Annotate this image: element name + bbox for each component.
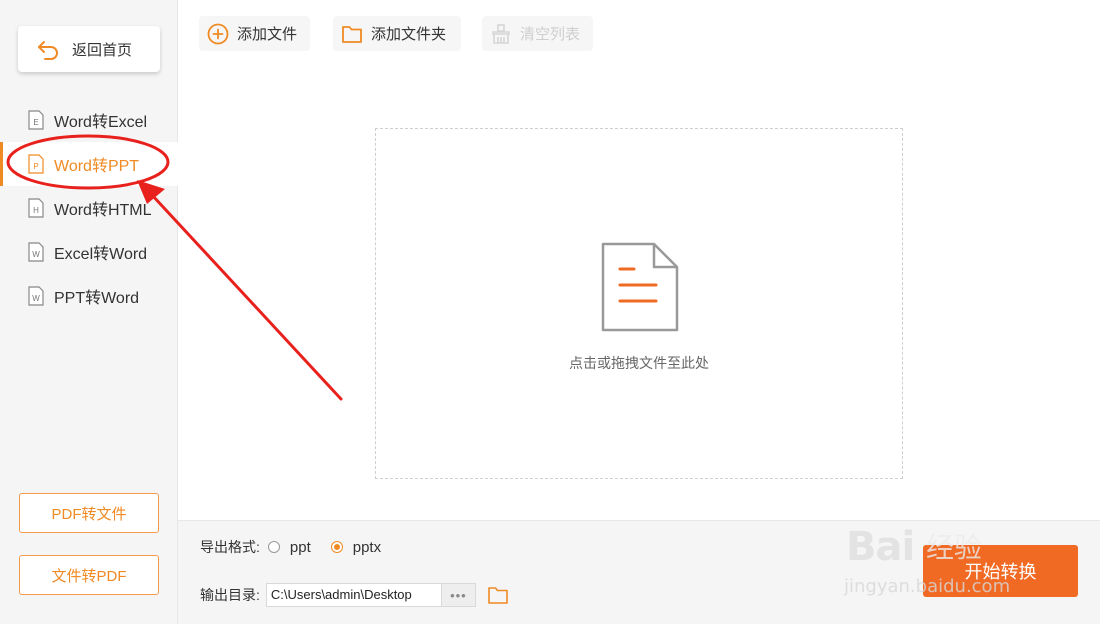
add-folder-label: 添加文件夹 bbox=[371, 26, 447, 43]
document-icon: W bbox=[28, 286, 44, 306]
back-home-button[interactable]: 返回首页 bbox=[18, 26, 160, 72]
document-icon: H bbox=[28, 198, 44, 218]
output-path-field[interactable]: C:\Users\admin\Desktop bbox=[265, 583, 442, 607]
nav-item-word-to-ppt[interactable]: P Word转PPT bbox=[0, 142, 178, 186]
nav-item-label: PPT转Word bbox=[54, 290, 140, 307]
document-icon: W bbox=[28, 242, 44, 262]
pdf-to-file-button[interactable]: PDF转文件 bbox=[19, 493, 159, 533]
bottom-settings-bar: 导出格式: ppt pptx 输出目录: C:\Users\admin\Desk… bbox=[178, 520, 1100, 624]
add-file-label: 添加文件 bbox=[237, 26, 298, 43]
format-option-label[interactable]: pptx bbox=[353, 539, 381, 556]
nav-item-word-to-excel[interactable]: E Word转Excel bbox=[0, 98, 178, 142]
sidebar: 返回首页 E Word转Excel P Word转PPT H Word转HTML bbox=[0, 0, 178, 624]
output-dir-row: 输出目录: C:\Users\admin\Desktop ••• bbox=[200, 583, 509, 607]
file-to-pdf-button[interactable]: 文件转PDF bbox=[19, 555, 159, 595]
document-icon: P bbox=[28, 154, 44, 174]
add-file-button[interactable]: 添加文件 bbox=[199, 16, 310, 51]
nav-item-label: Word转HTML bbox=[54, 202, 152, 219]
doc-letter: H bbox=[33, 206, 39, 215]
add-folder-button[interactable]: 添加文件夹 bbox=[333, 16, 461, 51]
browse-more-button[interactable]: ••• bbox=[441, 583, 476, 607]
folder-icon[interactable] bbox=[487, 585, 509, 605]
broom-icon bbox=[492, 23, 510, 44]
converter-nav: E Word转Excel P Word转PPT H Word转HTML W Ex… bbox=[0, 98, 178, 318]
drop-hint: 点击或拖拽文件至此处 bbox=[569, 355, 709, 371]
file-drop-zone[interactable]: 点击或拖拽文件至此处 bbox=[375, 128, 903, 479]
doc-letter: W bbox=[32, 294, 40, 303]
nav-item-label: Word转PPT bbox=[54, 158, 140, 175]
document-icon: E bbox=[28, 110, 44, 130]
export-format-label: 导出格式: bbox=[200, 539, 260, 555]
nav-item-ppt-to-word[interactable]: W PPT转Word bbox=[0, 274, 178, 318]
clear-list-label: 清空列表 bbox=[520, 26, 581, 43]
output-dir-label: 输出目录: bbox=[200, 587, 260, 603]
nav-item-label: Word转Excel bbox=[54, 114, 148, 131]
start-convert-button[interactable]: 开始转换 bbox=[923, 545, 1078, 597]
nav-item-excel-to-word[interactable]: W Excel转Word bbox=[0, 230, 178, 274]
export-format-row: 导出格式: ppt pptx bbox=[200, 537, 393, 557]
doc-letter: W bbox=[32, 250, 40, 259]
format-option-label[interactable]: ppt bbox=[290, 539, 311, 556]
doc-letter: P bbox=[33, 162, 38, 171]
document-icon bbox=[601, 242, 679, 332]
back-home-label: 返回首页 bbox=[72, 41, 133, 59]
folder-icon bbox=[342, 25, 362, 43]
pointer-arrow-shaft bbox=[150, 193, 343, 401]
format-radio-ppt[interactable] bbox=[267, 541, 280, 553]
undo-arrow-icon bbox=[38, 41, 58, 60]
doc-letter: E bbox=[33, 118, 38, 127]
nav-item-label: Excel转Word bbox=[54, 246, 148, 263]
plus-circle-icon bbox=[207, 23, 229, 44]
format-radio-pptx[interactable] bbox=[330, 541, 343, 553]
nav-item-word-to-html[interactable]: H Word转HTML bbox=[0, 186, 178, 230]
clear-list-button[interactable]: 清空列表 bbox=[482, 16, 593, 51]
